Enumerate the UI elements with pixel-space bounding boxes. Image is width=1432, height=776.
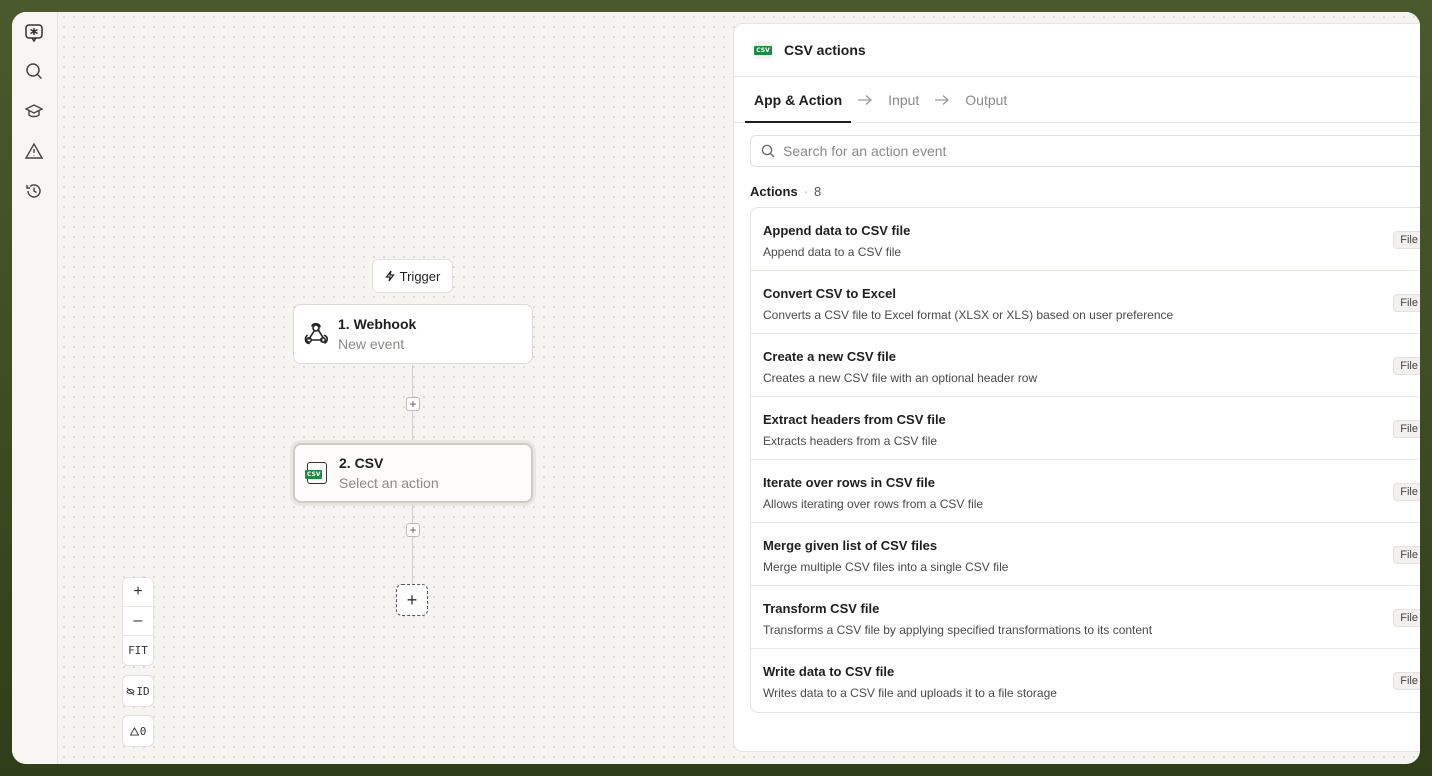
zoom-out-button[interactable]: –	[123, 607, 153, 636]
search-icon[interactable]	[23, 60, 45, 82]
list-item[interactable]: Extract headers from CSV file Extracts h…	[751, 397, 1420, 460]
id-label: ID	[136, 684, 150, 698]
chat-sparkle-icon[interactable]	[23, 22, 45, 44]
warning-icon	[129, 726, 139, 736]
list-item[interactable]: Iterate over rows in CSV file Allows ite…	[751, 460, 1420, 523]
list-item[interactable]: Append data to CSV file Append data to a…	[751, 208, 1420, 271]
actions-label: Actions	[750, 184, 798, 199]
warnings-button[interactable]: 0	[122, 715, 154, 747]
action-description: Converts a CSV file to Excel format (XLS…	[763, 308, 1174, 322]
tab-output[interactable]: Output	[956, 77, 1016, 122]
add-step-button[interactable]: +	[406, 523, 420, 537]
search-input[interactable]	[783, 143, 1383, 159]
trigger-chip[interactable]: Trigger	[372, 259, 453, 293]
separator-dot: ·	[803, 184, 809, 199]
node-subtitle: New event	[338, 336, 405, 352]
action-description: Extracts headers from a CSV file	[763, 434, 938, 448]
action-title: Transform CSV file	[763, 601, 880, 616]
fit-view-button[interactable]: FIT	[123, 636, 153, 665]
file-badge: File	[1393, 357, 1420, 375]
actions-panel: CSV CSV actions App & Action Input Outpu…	[733, 23, 1420, 752]
node-title: 1. Webhook	[338, 316, 417, 332]
file-badge: File	[1393, 483, 1420, 501]
action-title: Merge given list of CSV files	[763, 538, 938, 553]
action-description: Allows iterating over rows from a CSV fi…	[763, 497, 984, 511]
csv-tag: CSV	[305, 470, 323, 479]
action-description: Append data to a CSV file	[763, 245, 902, 259]
toggle-id-button[interactable]: ID	[122, 675, 154, 707]
webhook-icon	[294, 322, 338, 346]
action-description: Creates a new CSV file with an optional …	[763, 371, 1038, 385]
node-subtitle: Select an action	[339, 475, 439, 491]
action-title: Append data to CSV file	[763, 223, 911, 238]
zoom-in-button[interactable]: +	[123, 578, 153, 607]
action-title: Extract headers from CSV file	[763, 412, 946, 427]
file-badge: File	[1393, 672, 1420, 690]
action-description: Transforms a CSV file by applying specif…	[763, 623, 1153, 637]
graduation-cap-icon[interactable]	[23, 100, 45, 122]
action-title: Write data to CSV file	[763, 664, 895, 679]
add-step-button[interactable]: +	[406, 397, 420, 411]
history-icon[interactable]	[23, 180, 45, 202]
action-title: Convert CSV to Excel	[763, 286, 896, 301]
action-title: Iterate over rows in CSV file	[763, 475, 935, 490]
eye-off-icon	[126, 687, 136, 695]
trigger-label: Trigger	[399, 268, 441, 284]
actions-count: 8	[814, 184, 822, 199]
file-badge: File	[1393, 420, 1420, 438]
actions-header: Actions · 8	[750, 184, 821, 199]
arrow-right-icon	[928, 77, 956, 122]
list-item[interactable]: Transform CSV file Transforms a CSV file…	[751, 586, 1420, 649]
action-description: Writes data to a CSV file and uploads it…	[763, 686, 1057, 700]
csv-file-icon: CSV	[295, 462, 339, 484]
action-description: Merge multiple CSV files into a single C…	[763, 560, 1009, 574]
tab-input[interactable]: Input	[879, 77, 928, 122]
warning-icon[interactable]	[23, 140, 45, 162]
list-item[interactable]: Merge given list of CSV files Merge mult…	[751, 523, 1420, 586]
arrow-right-icon	[851, 77, 879, 122]
csv-app-icon: CSV	[754, 41, 772, 59]
zoom-controls: + – FIT	[122, 577, 154, 666]
panel-header: CSV CSV actions	[734, 24, 1420, 77]
add-node-button[interactable]: +	[396, 584, 428, 616]
action-search	[750, 135, 1420, 167]
file-badge: File	[1393, 546, 1420, 564]
list-item[interactable]: Write data to CSV file Writes data to a …	[751, 649, 1420, 712]
node-title: 2. CSV	[339, 455, 384, 471]
csv-node[interactable]: CSV 2. CSV Select an action	[293, 443, 533, 503]
file-badge: File	[1393, 231, 1420, 249]
left-sidebar	[12, 12, 58, 764]
workflow-canvas[interactable]: Trigger 1. Webhook New event + CSV 2. CS…	[59, 12, 1420, 764]
tab-app-action[interactable]: App & Action	[745, 77, 852, 123]
actions-list: Append data to CSV file Append data to a…	[750, 207, 1420, 713]
step-tabs: App & Action Input Output	[734, 77, 1420, 123]
connector-line	[412, 504, 413, 584]
search-icon	[761, 144, 775, 158]
warnings-count: 0	[139, 724, 147, 738]
lightning-icon	[384, 270, 395, 282]
app-window: Trigger 1. Webhook New event + CSV 2. CS…	[12, 12, 1420, 764]
csv-tag: CSV	[754, 45, 772, 55]
file-badge: File	[1393, 609, 1420, 627]
action-title: Create a new CSV file	[763, 349, 896, 364]
list-item[interactable]: Create a new CSV file Creates a new CSV …	[751, 334, 1420, 397]
list-item[interactable]: Convert CSV to Excel Converts a CSV file…	[751, 271, 1420, 334]
panel-title: CSV actions	[784, 42, 866, 58]
file-badge: File	[1393, 294, 1420, 312]
webhook-node[interactable]: 1. Webhook New event	[293, 304, 533, 364]
